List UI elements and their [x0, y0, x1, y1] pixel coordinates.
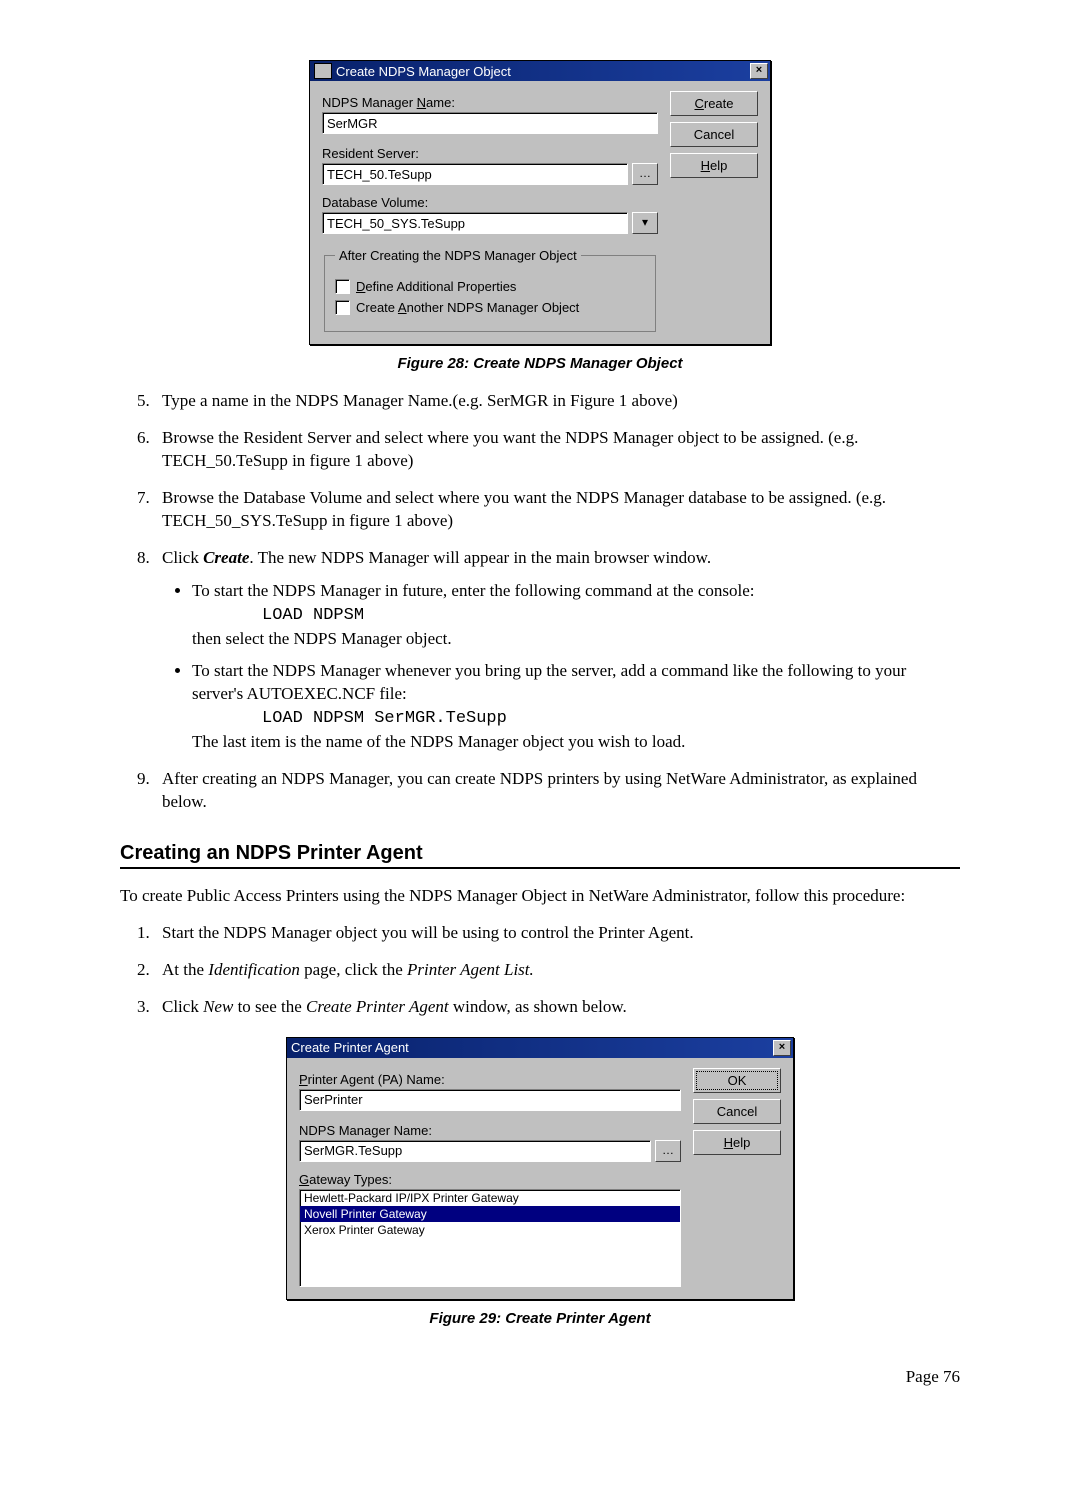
step-5: Type a name in the NDPS Manager Name.(e.…: [154, 390, 960, 413]
step-9: After creating an NDPS Manager, you can …: [154, 768, 960, 814]
mgr-name-label: NDPS Manager Name:: [299, 1123, 681, 1138]
page-number: Page 76: [120, 1367, 960, 1387]
step-8-bullet-2: To start the NDPS Manager whenever you b…: [192, 660, 960, 754]
cancel-button[interactable]: Cancel: [670, 122, 758, 147]
help-button-2[interactable]: Help: [693, 1130, 781, 1155]
define-additional-checkbox[interactable]: [335, 279, 350, 294]
section-rule: [120, 867, 960, 869]
resident-server-label: Resident Server:: [322, 146, 658, 161]
dialog-titlebar: Create NDPS Manager Object ×: [310, 61, 770, 81]
gateway-types-listbox[interactable]: Hewlett-Packard IP/IPX Printer Gateway N…: [299, 1189, 681, 1287]
step-7: Browse the Database Volume and select wh…: [154, 487, 960, 533]
ndps-manager-name-input[interactable]: [322, 112, 658, 134]
gateway-option-xerox[interactable]: Xerox Printer Gateway: [300, 1222, 680, 1238]
create-another-checkbox[interactable]: [335, 300, 350, 315]
section-heading: Creating an NDPS Printer Agent: [120, 842, 960, 865]
resident-server-browse-button[interactable]: …: [632, 163, 658, 185]
dialog-title: Create NDPS Manager Object: [336, 64, 750, 79]
step-b3: Click New to see the Create Printer Agen…: [154, 996, 960, 1019]
section-intro: To create Public Access Printers using t…: [120, 885, 960, 908]
gateway-option-novell[interactable]: Novell Printer Gateway: [300, 1206, 680, 1222]
app-icon: [314, 63, 332, 79]
close-icon[interactable]: ×: [773, 1040, 791, 1056]
step-b2: At the Identification page, click the Pr…: [154, 959, 960, 982]
pa-name-label: Printer Agent (PA) Name:: [299, 1072, 681, 1087]
step-b1: Start the NDPS Manager object you will b…: [154, 922, 960, 945]
database-volume-input[interactable]: [322, 212, 628, 234]
figure-29-caption: Figure 29: Create Printer Agent: [120, 1310, 960, 1327]
create-button[interactable]: Create: [670, 91, 758, 116]
step-6: Browse the Resident Server and select wh…: [154, 427, 960, 473]
define-additional-label: Define Additional Properties: [356, 279, 516, 294]
after-creating-group: After Creating the NDPS Manager Object D…: [324, 248, 656, 332]
help-button[interactable]: Help: [670, 153, 758, 178]
database-volume-browse-button[interactable]: ▾: [632, 212, 658, 234]
create-printer-agent-dialog: Create Printer Agent × Printer Agent (PA…: [286, 1037, 794, 1300]
after-creating-legend: After Creating the NDPS Manager Object: [335, 248, 581, 263]
instruction-list-a: Type a name in the NDPS Manager Name.(e.…: [120, 390, 960, 814]
figure-28-caption: Figure 28: Create NDPS Manager Object: [120, 355, 960, 372]
dialog2-titlebar: Create Printer Agent ×: [287, 1038, 793, 1058]
ok-button[interactable]: OK: [693, 1068, 781, 1093]
dialog2-title: Create Printer Agent: [291, 1040, 773, 1055]
mgr-name-browse-button[interactable]: …: [655, 1140, 681, 1162]
cancel-button-2[interactable]: Cancel: [693, 1099, 781, 1124]
resident-server-input[interactable]: [322, 163, 628, 185]
gateway-option-hp[interactable]: Hewlett-Packard IP/IPX Printer Gateway: [300, 1190, 680, 1206]
gateway-types-label: Gateway Types:: [299, 1172, 681, 1187]
step-8: Click Create. The new NDPS Manager will …: [154, 547, 960, 755]
ndps-manager-name-label: NDPS Manager Name:: [322, 95, 658, 110]
mgr-name-input[interactable]: [299, 1140, 651, 1162]
pa-name-input[interactable]: [299, 1089, 681, 1111]
database-volume-label: Database Volume:: [322, 195, 658, 210]
close-icon[interactable]: ×: [750, 63, 768, 79]
create-ndps-manager-dialog: Create NDPS Manager Object × NDPS Manage…: [309, 60, 771, 345]
instruction-list-b: Start the NDPS Manager object you will b…: [120, 922, 960, 1019]
step-8-bullet-1: To start the NDPS Manager in future, ent…: [192, 580, 960, 651]
create-another-label: Create Another NDPS Manager Object: [356, 300, 579, 315]
